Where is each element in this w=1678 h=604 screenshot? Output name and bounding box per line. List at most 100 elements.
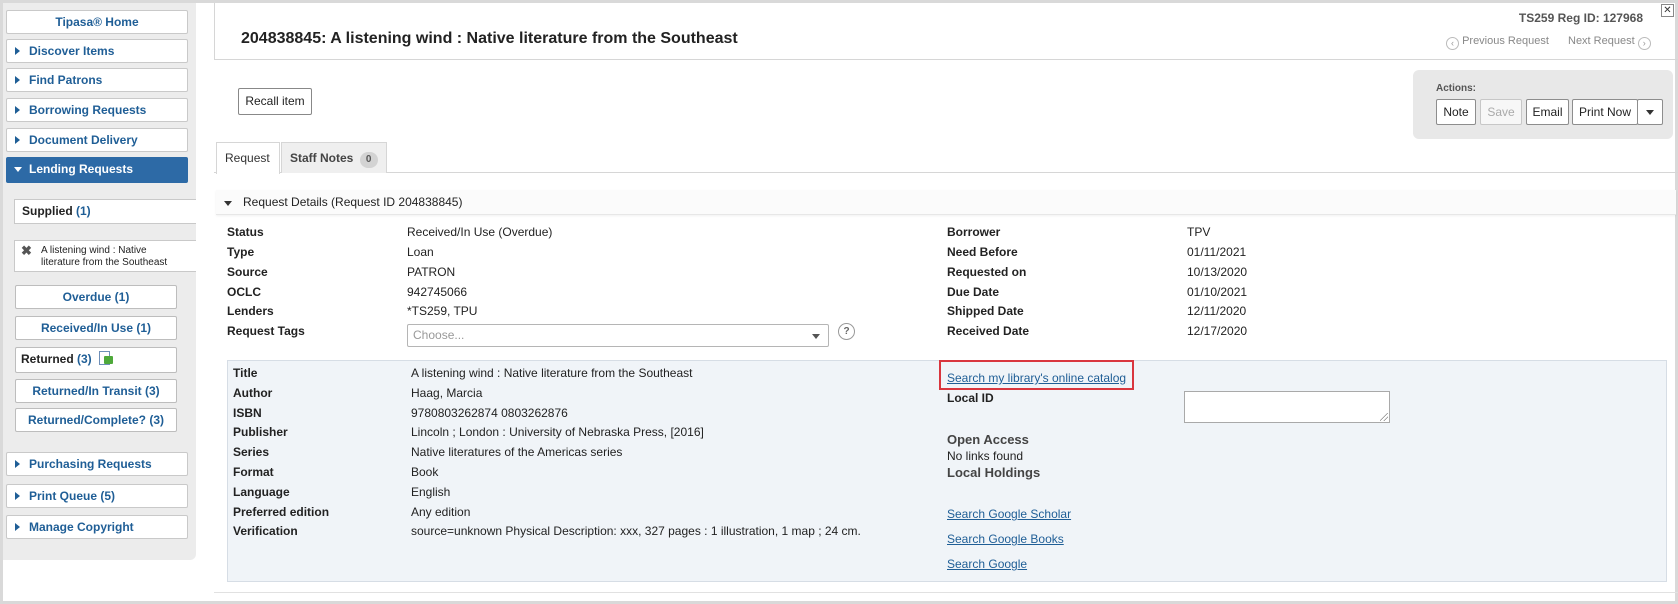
sidebar-item-document-delivery[interactable]: Document Delivery: [6, 128, 188, 152]
tab-request[interactable]: Request: [216, 142, 280, 174]
detail-label-requested-on: Requested on: [947, 265, 1027, 279]
open-request-item[interactable]: ✖ A listening wind : Native literature f…: [14, 240, 196, 272]
request-details-heading: Request Details (Request ID 204838845): [243, 195, 463, 209]
biblio-label-language: Language: [233, 485, 290, 499]
local-id-input[interactable]: [1184, 391, 1390, 423]
detail-value-type: Loan: [407, 245, 434, 259]
status-returned-label: Returned: [21, 352, 74, 366]
detail-value-need-before: 01/11/2021: [1187, 245, 1247, 259]
document-arrow-icon: [98, 351, 114, 366]
tab-staff-notes[interactable]: Staff Notes 0: [281, 142, 387, 173]
detail-value-status: Received/In Use (Overdue): [407, 225, 553, 239]
previous-request-label: Previous Request: [1462, 35, 1549, 47]
detail-value-requested-on: 10/13/2020: [1187, 265, 1248, 279]
page-title: 204838845: A listening wind : Native lit…: [241, 30, 738, 47]
detail-value-oclc: 942745066: [407, 285, 468, 299]
request-tags-select[interactable]: Choose...: [407, 324, 829, 347]
close-icon[interactable]: ✕: [1661, 4, 1674, 17]
supplied-filter[interactable]: Supplied (1): [14, 199, 196, 224]
local-holdings-heading: Local Holdings: [947, 465, 1041, 480]
sidebar-item-label: Find Patrons: [29, 73, 103, 87]
status-returned-button[interactable]: Returned (3): [15, 347, 177, 373]
biblio-value-verification: source=unknown Physical Description: xxx…: [411, 524, 861, 538]
chevron-down-icon: [812, 334, 820, 339]
reg-id: TS259 Reg ID: 127968: [1518, 11, 1643, 25]
search-library-catalog-link[interactable]: Search my library's online catalog: [947, 371, 1126, 385]
status-received-in-use-button[interactable]: Received/In Use (1): [15, 316, 177, 340]
resize-grip-icon[interactable]: [1380, 413, 1388, 421]
biblio-value-author: Haag, Marcia: [411, 386, 483, 400]
sidebar-item-label: Document Delivery: [29, 133, 138, 147]
open-item-title-line1: A listening wind : Native: [41, 245, 147, 256]
supplied-label: Supplied: [22, 204, 73, 218]
request-tags-placeholder: Choose...: [413, 328, 465, 342]
biblio-value-title: A listening wind : Native literature fro…: [411, 366, 693, 380]
chevron-right-icon: [15, 523, 20, 531]
previous-request-link[interactable]: ‹ Previous Request: [1446, 35, 1549, 50]
sidebar-item-discover-items[interactable]: Discover Items: [6, 39, 188, 63]
sidebar-item-manage-copyright[interactable]: Manage Copyright: [6, 515, 188, 539]
biblio-value-language: English: [411, 485, 451, 499]
sidebar-item-borrowing-requests[interactable]: Borrowing Requests: [6, 98, 188, 122]
open-item-title-line2: literature from the Southeast: [41, 257, 168, 268]
detail-label-request-tags: Request Tags: [227, 324, 305, 338]
search-google-link[interactable]: Search Google: [947, 557, 1027, 571]
sidebar-item-purchasing-requests[interactable]: Purchasing Requests: [6, 452, 188, 476]
sidebar-item-print-queue[interactable]: Print Queue (5): [6, 484, 188, 508]
chevron-left-icon: ‹: [1446, 37, 1459, 50]
sidebar-item-label: Purchasing Requests: [29, 457, 152, 471]
tabs-divider: [214, 172, 1678, 173]
sidebar-item-label: Manage Copyright: [29, 520, 134, 534]
print-now-button[interactable]: Print Now: [1572, 99, 1638, 125]
open-access-status: No links found: [947, 449, 1024, 463]
sidebar-item-lending-requests[interactable]: Lending Requests: [6, 157, 188, 183]
biblio-label-verification: Verification: [233, 524, 298, 538]
detail-label-received-date: Received Date: [947, 324, 1030, 338]
close-icon[interactable]: ✖: [21, 244, 32, 257]
chevron-down-icon: [14, 167, 22, 172]
local-id-label: Local ID: [947, 391, 994, 405]
detail-label-need-before: Need Before: [947, 245, 1018, 259]
detail-value-source: PATRON: [407, 265, 456, 279]
biblio-label-preferred-edition: Preferred edition: [233, 505, 330, 519]
recall-item-button[interactable]: Recall item: [238, 88, 312, 115]
biblio-label-title: Title: [233, 366, 258, 380]
biblio-value-preferred-edition: Any edition: [411, 505, 471, 519]
biblio-label-series: Series: [233, 445, 270, 459]
status-overdue-button[interactable]: Overdue (1): [15, 285, 177, 309]
chevron-right-icon: [15, 136, 20, 144]
detail-label-oclc: OCLC: [227, 285, 261, 299]
detail-label-borrower: Borrower: [947, 225, 1001, 239]
next-request-link[interactable]: Next Request ›: [1568, 35, 1651, 50]
sidebar: Tipasa® Home Discover Items Find Patrons…: [3, 3, 196, 560]
chevron-right-icon: [15, 492, 20, 500]
detail-label-due-date: Due Date: [947, 285, 1000, 299]
sidebar-item-find-patrons[interactable]: Find Patrons: [6, 68, 188, 92]
tab-staff-notes-label: Staff Notes: [290, 151, 354, 165]
search-google-books-link[interactable]: Search Google Books: [947, 532, 1064, 546]
content-divider: [214, 592, 1678, 593]
chevron-right-icon: [15, 76, 20, 84]
status-returned-complete-button[interactable]: Returned/Complete? (3): [15, 408, 177, 432]
actions-label: Actions:: [1436, 83, 1476, 94]
biblio-label-publisher: Publisher: [233, 425, 288, 439]
biblio-label-format: Format: [233, 465, 274, 479]
save-button[interactable]: Save: [1480, 99, 1522, 125]
help-icon[interactable]: ?: [838, 323, 855, 340]
biblio-label-author: Author: [233, 386, 273, 400]
sidebar-item-label: Print Queue (5): [29, 489, 116, 503]
request-details-toggle[interactable]: Request Details (Request ID 204838845): [216, 190, 1676, 215]
status-returned-in-transit-button[interactable]: Returned/In Transit (3): [15, 379, 177, 403]
tipasa-home-button[interactable]: Tipasa® Home: [6, 10, 188, 34]
print-options-dropdown[interactable]: [1637, 99, 1663, 125]
detail-label-source: Source: [227, 265, 268, 279]
biblio-value-isbn: 9780803262874 0803262876: [411, 406, 568, 420]
chevron-right-icon: [15, 106, 20, 114]
note-button[interactable]: Note: [1436, 99, 1476, 125]
email-button[interactable]: Email: [1526, 99, 1569, 125]
detail-label-type: Type: [227, 245, 255, 259]
chevron-right-icon: [15, 460, 20, 468]
sidebar-item-label: Discover Items: [29, 44, 115, 58]
detail-value-borrower: TPV: [1187, 225, 1211, 239]
search-google-scholar-link[interactable]: Search Google Scholar: [947, 507, 1071, 521]
